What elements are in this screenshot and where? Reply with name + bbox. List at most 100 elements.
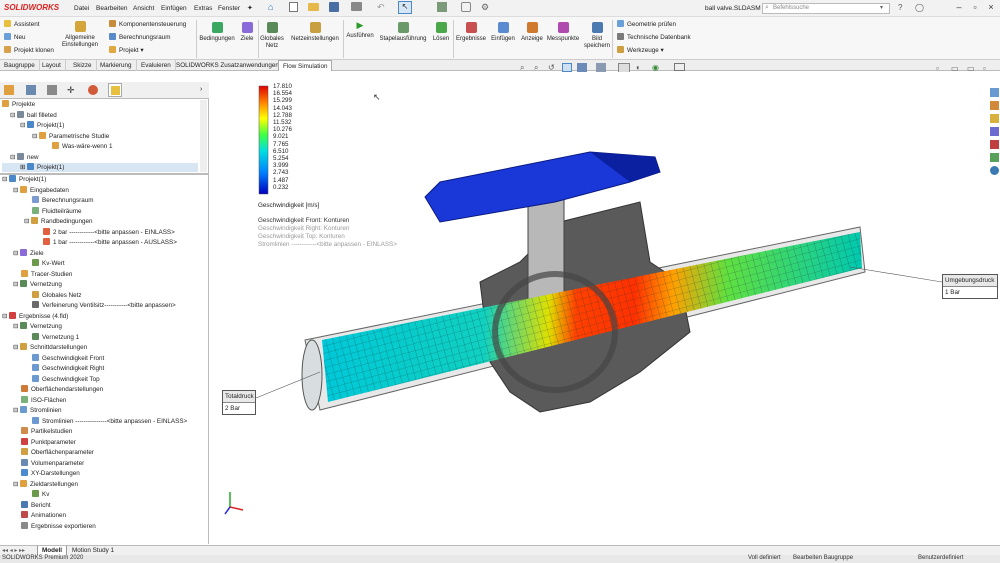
tree-item[interactable]: XY-Darstellungen	[2, 469, 207, 480]
tree-item[interactable]: Globales Netz	[2, 290, 207, 302]
tree-item[interactable]: ⊟ Ziele	[2, 248, 207, 260]
tab-flow-simulation[interactable]: Flow Simulation	[278, 60, 333, 71]
save-image-button[interactable]: Bild speichern	[583, 22, 611, 50]
batch-run-button[interactable]: Stapelausführung	[377, 22, 429, 43]
tree-item[interactable]: Kv	[2, 490, 207, 501]
solidworks-logo[interactable]: SOLIDWORKS	[4, 3, 59, 12]
tree-item[interactable]: 1 bar ------------<bitte anpassen - AUSL…	[2, 238, 207, 249]
open-folder-icon[interactable]	[308, 3, 319, 11]
global-mesh-button[interactable]: Globales Netz	[260, 22, 284, 50]
design-library-icon[interactable]	[990, 101, 999, 110]
mesh-settings-button[interactable]: Netzeinstellungen	[288, 22, 342, 43]
clone-project-button[interactable]: Projekt klonen	[4, 46, 54, 54]
tree-item[interactable]: ⊟ Vernetzung	[2, 280, 207, 291]
tree-item[interactable]: Geschwindigkeit Top	[2, 374, 207, 386]
expand-toggle-icon[interactable]: ⊟	[13, 187, 20, 194]
expand-toggle-icon[interactable]: ⊟	[2, 176, 9, 183]
expand-toggle-icon[interactable]: ⊟	[13, 281, 20, 288]
display-button[interactable]: Anzeige	[519, 22, 545, 43]
tree-item[interactable]: Geschwindigkeit Front	[2, 353, 207, 365]
new-document-icon[interactable]	[289, 2, 298, 12]
computational-domain-button[interactable]: Berechnungsraum	[109, 33, 170, 41]
tree-item[interactable]: Vernetzung 1	[2, 332, 207, 344]
configuration-manager-tab-icon[interactable]	[47, 85, 57, 95]
tree-item[interactable]: ⊟ Stromlinien	[2, 406, 207, 417]
tree-item[interactable]: Bericht	[2, 500, 207, 512]
check-geometry-button[interactable]: Geometrie prüfen	[617, 20, 676, 28]
conditions-button[interactable]: Bedingungen	[199, 22, 235, 43]
tree-item-new[interactable]: ⊟ new	[2, 152, 198, 164]
forum-icon[interactable]	[990, 166, 999, 175]
tree-item-projects[interactable]: Projekte	[2, 100, 198, 111]
property-manager-tab-icon[interactable]	[26, 85, 36, 95]
tree-item[interactable]: ⊟ Projekt(1)	[2, 175, 207, 186]
file-explorer-icon[interactable]	[990, 114, 999, 123]
tab-layout[interactable]: Layout	[38, 60, 66, 71]
help-icon[interactable]: ?	[898, 3, 902, 12]
tab-evaluieren[interactable]: Evaluieren	[137, 60, 176, 71]
tree-item-project1-new[interactable]: ⊞ Projekt(1)	[2, 163, 198, 172]
display-style-icon[interactable]	[596, 63, 606, 72]
close-icon[interactable]: ×	[984, 2, 998, 14]
expand-toggle-icon[interactable]: ⊟	[13, 407, 20, 414]
menu-ansicht[interactable]: Ansicht	[133, 5, 154, 12]
panel-expand-icon[interactable]: ›	[200, 86, 202, 93]
tree-item[interactable]: 2 bar ------------<bitte anpassen - EINL…	[2, 227, 207, 239]
tree-item[interactable]: Stromlinien ---------------<bitte anpass…	[2, 416, 207, 428]
expand-toggle-icon[interactable]: ⊟	[13, 323, 20, 330]
home-icon[interactable]: ⌂	[268, 2, 273, 12]
callout-total-pressure[interactable]: Totaldruck 2 Bar	[222, 390, 256, 415]
tree-item[interactable]: ⊟ Eingabedaten	[2, 185, 207, 197]
tree-item[interactable]: Ergebnisse exportieren	[2, 521, 207, 533]
tree-item[interactable]: ⊟ Ergebnisse (4.fld)	[2, 311, 207, 323]
pin-icon[interactable]: ✦	[247, 4, 253, 12]
tools-menu-button[interactable]: Werkzeuge ▾	[617, 46, 664, 54]
tree-item[interactable]: Fluidteilräume	[2, 206, 207, 218]
component-control-button[interactable]: Komponentensteuerung	[109, 20, 186, 28]
menu-extras[interactable]: Extras	[194, 5, 212, 12]
tree-item[interactable]: Volumenparameter	[2, 458, 207, 470]
tab-markierung[interactable]: Markierung	[96, 60, 137, 71]
apply-scene-icon[interactable]: ◉	[652, 63, 659, 72]
tree-item[interactable]: Animationen	[2, 511, 207, 522]
menu-fenster[interactable]: Fenster	[218, 5, 240, 12]
tree-item[interactable]: Geschwindigkeit Right	[2, 364, 207, 375]
tree-item[interactable]: Partikelstudien	[2, 427, 207, 438]
command-search-input[interactable]: Befehlssuche	[762, 3, 890, 14]
tab-scroll-arrows[interactable]: ◂◂ ◂ ▸ ▸▸	[2, 547, 25, 554]
tree-item[interactable]: ⊟ Schnittdarstellungen	[2, 343, 207, 354]
tree-item[interactable]: Punktparameter	[2, 437, 207, 449]
goals-button[interactable]: Ziele	[237, 22, 257, 43]
restore-icon[interactable]: ▫	[968, 2, 982, 14]
minimize-icon[interactable]: –	[952, 2, 966, 14]
user-icon[interactable]: ◯	[915, 3, 924, 12]
probes-button[interactable]: Messpunkte	[546, 22, 580, 43]
edit-appearance-icon[interactable]: ◐	[636, 63, 641, 72]
appearances-icon[interactable]	[990, 140, 999, 149]
tree-item-project1[interactable]: ⊟ Projekt(1)	[2, 121, 198, 132]
status-units[interactable]: Benutzerdefiniert	[918, 555, 963, 561]
view-palette-icon[interactable]	[990, 127, 999, 136]
expand-toggle-icon[interactable]: ⊟	[13, 481, 20, 488]
tree-item[interactable]: Oberflächenparameter	[2, 448, 207, 459]
tree-item[interactable]: ISO-Flächen	[2, 395, 207, 407]
custom-properties-icon[interactable]	[990, 153, 999, 162]
tree-item-what-if[interactable]: Was-wäre-wenn 1	[2, 142, 198, 153]
expand-toggle-icon[interactable]: ⊟	[13, 344, 20, 351]
display-manager-tab-icon[interactable]	[88, 85, 98, 95]
save-icon[interactable]	[329, 2, 339, 12]
options-gear-icon[interactable]: ⚙	[481, 2, 489, 13]
tree-item-ball-filleted[interactable]: ⊟ ball filleted	[2, 110, 198, 122]
tree-item[interactable]: Kv-Wert	[2, 259, 207, 270]
feature-manager-tab-icon[interactable]	[4, 85, 14, 95]
previous-view-icon[interactable]: ↺	[548, 63, 555, 72]
projects-scrollbar[interactable]	[200, 100, 207, 172]
solve-button[interactable]: Lösen	[430, 22, 452, 43]
tree-item[interactable]: Tracer-Studien	[2, 269, 207, 281]
tree-item[interactable]: Oberflächendarstellungen	[2, 385, 207, 396]
tab-zusatzanwendungen[interactable]: SOLIDWORKS Zusatzanwendungen	[172, 60, 284, 71]
run-button[interactable]: ▶ Ausführen	[345, 21, 375, 40]
resources-icon[interactable]	[990, 88, 999, 97]
callout-ambient-pressure[interactable]: Umgebungsdruck 1 Bar	[942, 274, 998, 299]
view-orientation-icon[interactable]	[577, 63, 587, 72]
